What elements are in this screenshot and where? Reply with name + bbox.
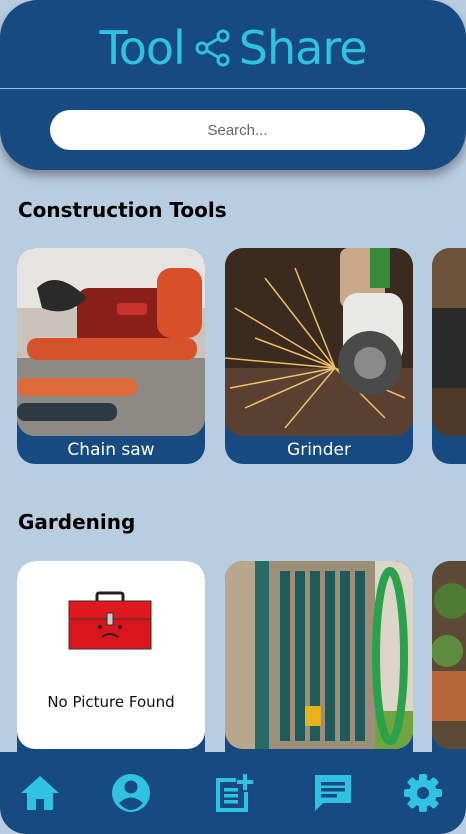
grinder-photo — [225, 248, 413, 436]
app-logo: Tool Share — [0, 18, 466, 78]
gear-icon — [404, 774, 442, 812]
search-input[interactable] — [50, 110, 425, 150]
no-picture-text: No Picture Found — [47, 693, 175, 711]
no-picture-placeholder: No Picture Found — [17, 561, 205, 749]
section-title-gardening: Gardening — [18, 510, 136, 534]
toolbox-icon — [68, 591, 152, 650]
tool-card-no-picture[interactable]: No Picture Found — [17, 561, 205, 777]
tool-card-label: Chain saw — [67, 440, 155, 460]
nav-settings[interactable] — [400, 770, 446, 816]
partial-tool-photo — [432, 248, 466, 436]
partial-plant-photo — [432, 561, 466, 749]
tool-card-label: Grinder — [287, 440, 351, 460]
tool-card-grinder[interactable]: Grinder — [225, 248, 413, 464]
logo-text-tool: Tool — [99, 21, 185, 75]
app-screen: Tool Share Construction Tools — [0, 0, 466, 834]
account-circle-icon — [112, 774, 150, 812]
nav-home[interactable] — [17, 770, 63, 816]
nav-messages[interactable] — [310, 770, 356, 816]
construction-tools-row[interactable]: Chain saw Grinder — [17, 248, 466, 464]
header: Tool Share — [0, 0, 466, 170]
tool-card-label — [432, 438, 466, 462]
tool-card-partial[interactable] — [432, 248, 466, 464]
section-title-construction: Construction Tools — [18, 198, 227, 222]
logo-text-share: Share — [238, 21, 368, 75]
tool-card-hose-reel[interactable] — [225, 561, 413, 777]
post-add-icon — [216, 774, 253, 812]
tool-card-partial-plant[interactable] — [432, 561, 466, 777]
share-icon — [195, 29, 230, 67]
nav-add-listing[interactable] — [210, 770, 256, 816]
garden-hose-reel-photo — [225, 561, 413, 749]
chat-icon — [315, 775, 351, 811]
nav-profile[interactable] — [108, 770, 154, 816]
tool-card-chain-saw[interactable]: Chain saw — [17, 248, 205, 464]
chain-saw-photo — [17, 248, 205, 436]
bottom-nav — [0, 752, 466, 834]
header-divider — [0, 88, 466, 89]
gardening-row[interactable]: No Picture Found — [17, 561, 466, 777]
home-icon — [21, 776, 59, 810]
